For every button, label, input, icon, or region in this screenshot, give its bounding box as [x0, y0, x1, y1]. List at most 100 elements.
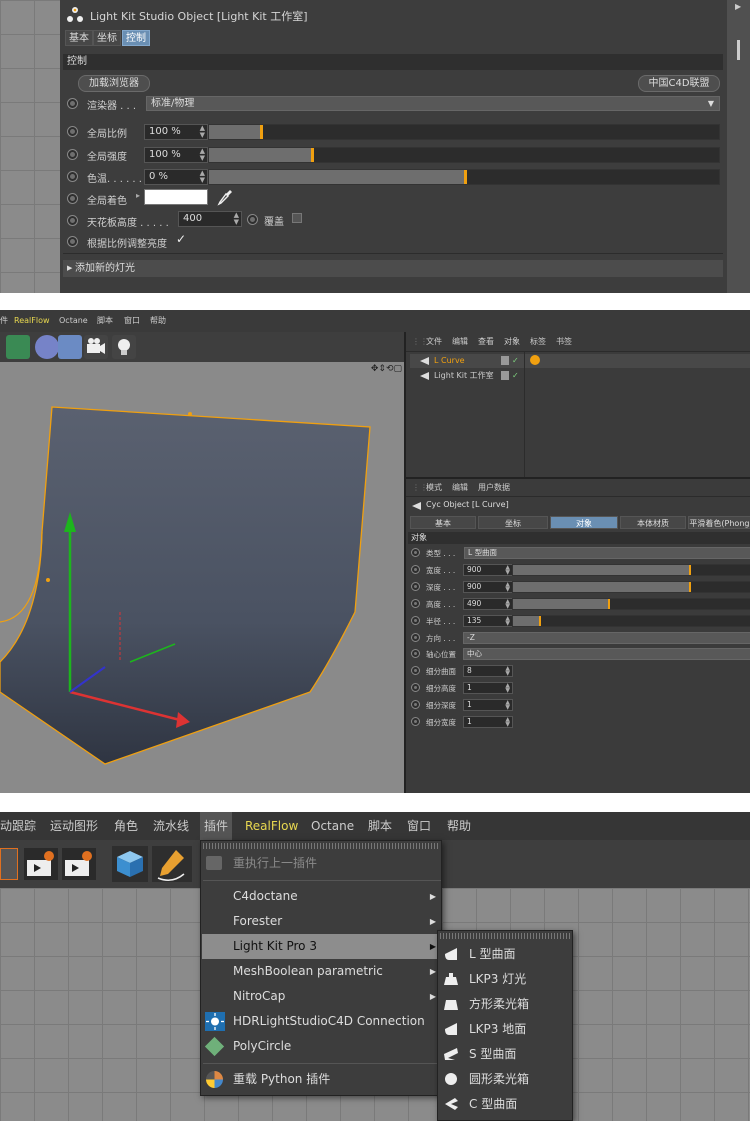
global-scale-input[interactable]: 100 % ▲ ▼: [144, 124, 208, 140]
direction-anim-radio[interactable]: [411, 633, 420, 642]
tab-phong[interactable]: 平滑着色(Phong): [688, 516, 750, 529]
radius-input[interactable]: 135 ▲ ▼: [463, 615, 513, 627]
camera-icon[interactable]: [84, 335, 108, 359]
global-intensity-slider[interactable]: [208, 147, 720, 163]
spinner-icon[interactable]: ▲ ▼: [505, 666, 510, 677]
repeat-last-plugin-item[interactable]: 重执行上一插件: [202, 851, 442, 876]
seg-width-input[interactable]: 1 ▲ ▼: [463, 716, 513, 728]
visibility-check-icon[interactable]: ✓: [512, 354, 519, 368]
menu-pipeline[interactable]: 流水线: [153, 812, 189, 840]
global-scale-anim-radio[interactable]: [67, 126, 78, 137]
color-temp-input[interactable]: 0 % ▲ ▼: [144, 169, 208, 185]
menu-realflow[interactable]: RealFlow: [14, 310, 50, 332]
color-temp-slider[interactable]: [208, 169, 720, 185]
tag-icon[interactable]: [530, 355, 540, 365]
tab-object[interactable]: 对象: [550, 516, 618, 529]
spinner-icon[interactable]: ▲ ▼: [505, 599, 510, 610]
light-bulb-icon[interactable]: [112, 335, 136, 359]
slider-knob[interactable]: [689, 565, 692, 575]
menu-window[interactable]: 窗口: [407, 812, 431, 840]
seg-depth-input[interactable]: 1 ▲ ▼: [463, 699, 513, 711]
menu-help[interactable]: 帮助: [447, 812, 471, 840]
slider-knob[interactable]: [311, 148, 314, 162]
menu-view[interactable]: 查看: [478, 332, 494, 352]
spinner-icon[interactable]: ▲ ▼: [505, 717, 510, 728]
c4d-forum-button[interactable]: 中国C4D联盟: [638, 75, 720, 92]
expand-arrow-icon[interactable]: ▸: [136, 191, 140, 200]
seg-height-input[interactable]: 1 ▲ ▼: [463, 682, 513, 694]
menu-plugins[interactable]: 插件: [200, 812, 233, 840]
renderer-anim-radio[interactable]: [67, 98, 78, 109]
plugin-item-light-kit-pro[interactable]: Light Kit Pro 3 ▶: [202, 934, 442, 959]
render-view-icon[interactable]: [24, 848, 58, 880]
submenu-item-c-curve[interactable]: C 型曲面: [439, 1092, 573, 1117]
seg-curve-anim-radio[interactable]: [411, 666, 420, 675]
global-tint-anim-radio[interactable]: [67, 193, 78, 204]
override-checkbox[interactable]: [292, 213, 302, 223]
width-input[interactable]: 900 ▲ ▼: [463, 564, 513, 576]
radius-slider[interactable]: [512, 615, 750, 627]
layer-icon[interactable]: [501, 371, 509, 380]
plugin-item-forester[interactable]: Forester ▶: [202, 909, 442, 934]
spinner-icon[interactable]: ▲ ▼: [234, 212, 239, 226]
tab-coord[interactable]: 坐标: [93, 30, 121, 46]
menu-mograph[interactable]: 运动图形: [50, 812, 98, 840]
visibility-check-icon[interactable]: ✓: [512, 369, 519, 383]
menu-mode[interactable]: 模式: [426, 479, 442, 497]
slider-knob[interactable]: [539, 616, 542, 626]
height-anim-radio[interactable]: [411, 599, 420, 608]
plugin-item-polycircle[interactable]: PolyCircle: [202, 1034, 442, 1059]
spinner-icon[interactable]: ▲ ▼: [200, 125, 205, 139]
depth-anim-radio[interactable]: [411, 582, 420, 591]
plugin-item-hdrlightstudio[interactable]: HDRLightStudioC4D Connection: [202, 1009, 442, 1034]
slider-knob[interactable]: [260, 125, 263, 139]
spinner-icon[interactable]: ▲ ▼: [200, 170, 205, 184]
menu-octane[interactable]: Octane: [311, 812, 354, 840]
ceiling-height-input[interactable]: 400 ▲ ▼: [178, 211, 242, 227]
plugin-item-meshboolean[interactable]: MeshBoolean parametric ▶: [202, 959, 442, 984]
renderer-dropdown[interactable]: 标准/物理 ▼: [146, 96, 720, 111]
override-anim-radio[interactable]: [247, 214, 258, 225]
menu-bookmark[interactable]: 书签: [556, 332, 572, 352]
tear-off-grip[interactable]: [440, 933, 570, 939]
menu-realflow[interactable]: RealFlow: [245, 812, 298, 840]
seg-width-anim-radio[interactable]: [411, 717, 420, 726]
menu-script[interactable]: 脚本: [97, 310, 113, 332]
seg-depth-anim-radio[interactable]: [411, 700, 420, 709]
global-intensity-input[interactable]: 100 % ▲ ▼: [144, 147, 208, 163]
tab-basic[interactable]: 基本: [410, 516, 476, 529]
menu-motion-tracking[interactable]: 动跟踪: [0, 812, 36, 840]
global-tint-swatch[interactable]: [144, 189, 208, 205]
floor-icon[interactable]: [58, 335, 82, 359]
menu-edit[interactable]: 编辑: [452, 332, 468, 352]
global-intensity-anim-radio[interactable]: [67, 149, 78, 160]
menu-help[interactable]: 帮助: [150, 310, 166, 332]
submenu-item-l-curve[interactable]: L 型曲面: [439, 942, 573, 967]
depth-slider[interactable]: [512, 581, 750, 593]
spinner-icon[interactable]: ▲ ▼: [200, 148, 205, 162]
width-anim-radio[interactable]: [411, 565, 420, 574]
axis-anim-radio[interactable]: [411, 649, 420, 658]
pen-tool-icon[interactable]: [152, 846, 192, 882]
plugin-item-c4doctane[interactable]: C4doctane ▶: [202, 884, 442, 909]
menu-object[interactable]: 对象: [504, 332, 520, 352]
spinner-icon[interactable]: ▲ ▼: [505, 582, 510, 593]
tab-material[interactable]: 本体材质: [620, 516, 686, 529]
spinner-icon[interactable]: ▲ ▼: [505, 700, 510, 711]
menu-item[interactable]: 件: [0, 310, 8, 332]
menu-userdata[interactable]: 用户数据: [478, 479, 510, 497]
tear-off-grip[interactable]: [203, 843, 439, 849]
menu-file[interactable]: 文件: [426, 332, 442, 352]
tab-coord[interactable]: 坐标: [478, 516, 548, 529]
depth-input[interactable]: 900 ▲ ▼: [463, 581, 513, 593]
type-anim-radio[interactable]: [411, 548, 420, 557]
submenu-item-round-softbox[interactable]: 圆形柔光箱: [439, 1067, 573, 1092]
auto-brightness-checkbox[interactable]: ✓: [176, 232, 186, 246]
menu-octane[interactable]: Octane: [59, 310, 88, 332]
plugin-item-nitrocap[interactable]: NitroCap ▶: [202, 984, 442, 1009]
menu-script[interactable]: 脚本: [368, 812, 392, 840]
color-temp-anim-radio[interactable]: [67, 171, 78, 182]
submenu-item-square-softbox[interactable]: 方形柔光箱: [439, 992, 573, 1017]
cube-icon[interactable]: [112, 846, 148, 882]
direction-dropdown[interactable]: -Z: [463, 632, 750, 644]
